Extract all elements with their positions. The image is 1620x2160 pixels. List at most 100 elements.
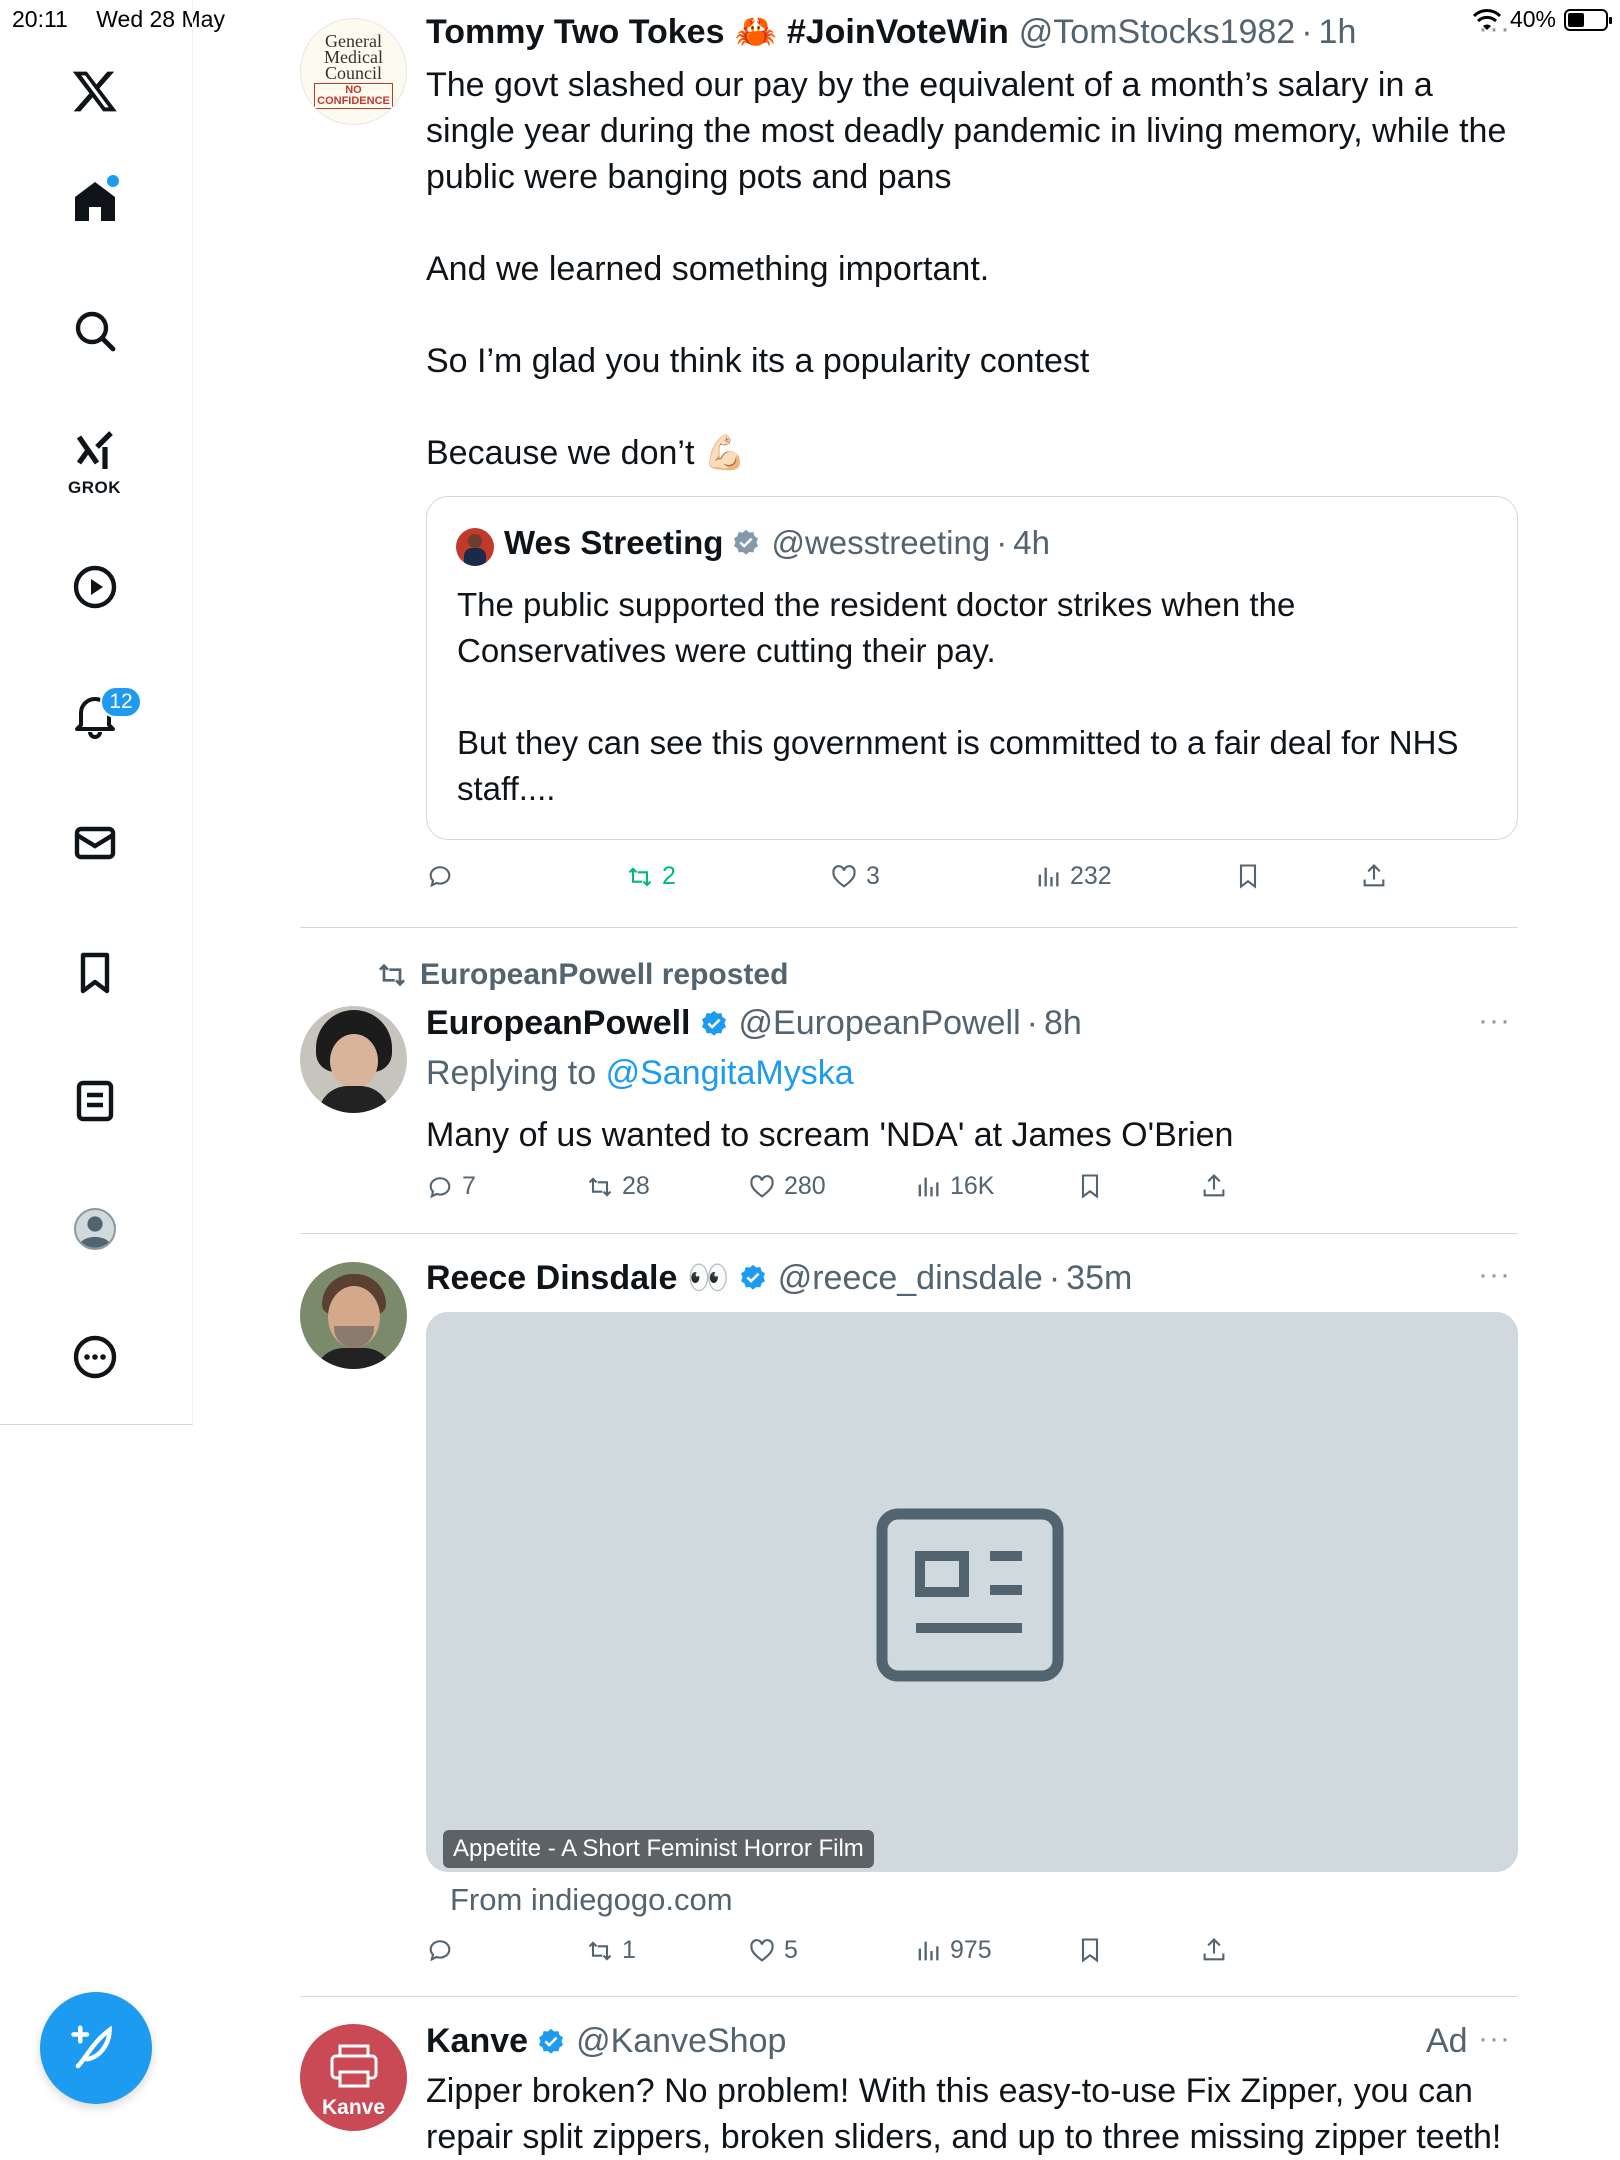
card-caption: Appetite - A Short Feminist Horror Film [443,1830,874,1868]
views-count: 975 [950,1936,992,1964]
lists-icon[interactable] [66,1072,124,1130]
x-logo-icon[interactable] [66,62,124,120]
avatar-reece[interactable] [300,1262,407,1369]
battery-percent: 40% [1509,6,1556,32]
tweet-header: EuropeanPowell @EuropeanPowell · 8h [426,1004,1082,1043]
views-button[interactable]: 232 [1034,862,1112,891]
separator-dot: · [996,524,1008,561]
author-handle[interactable]: @KanveShop [576,2022,786,2061]
share-icon [1203,1938,1225,1961]
author-name[interactable]: EuropeanPowell [426,1004,691,1043]
more-icon[interactable] [66,1328,124,1386]
repost-button[interactable]: 28 [586,1172,650,1201]
views-count: 232 [1070,862,1112,890]
share-icon [1203,1174,1225,1197]
tweet-text: The govt slashed our pay by the equivale… [426,62,1518,476]
reply-icon [429,1176,451,1198]
avatar-europeanpowell[interactable] [300,1006,407,1113]
battery-icon [1564,8,1612,31]
article-placeholder-icon [876,1508,1064,1682]
verified-grey-icon [734,529,759,555]
eyes-emoji: 👀 [687,1259,730,1297]
quote-paragraph: But they can see this government is comm… [457,724,1459,807]
bookmark-icon [1081,1174,1099,1199]
messages-icon[interactable] [66,814,124,872]
reply-icon [429,1940,451,1962]
card-source[interactable]: From indiegogo.com [450,1882,733,1918]
like-button[interactable]: 3 [830,862,880,891]
repost-icon [379,963,405,987]
tweet-time: 1h [1318,12,1357,51]
link-card-media[interactable] [426,1312,1518,1872]
verified-icon [701,1010,726,1036]
separator-dot: · [1026,1004,1038,1042]
share-button[interactable] [1200,1172,1228,1200]
video-icon[interactable] [66,558,124,616]
separator-dot: · [1301,12,1313,51]
avatar-brand-text: Kanve [321,2096,386,2119]
bookmark-button[interactable] [1234,862,1262,890]
bookmark-button[interactable] [1076,1172,1104,1200]
avatar-tommy[interactable]: General Medical Council NO CONFIDENCE [300,18,407,125]
more-options-icon[interactable]: ··· [1478,12,1511,46]
views-button[interactable]: 975 [914,1936,992,1965]
tweet-text: Many of us wanted to scream 'NDA' at Jam… [426,1116,1234,1154]
search-icon[interactable] [66,302,124,360]
grok-icon[interactable] [66,422,124,480]
avatar-wes [456,528,494,566]
reply-button[interactable] [426,862,462,890]
notifications-badge: 12 [100,686,142,718]
compose-button[interactable] [40,1992,152,2104]
repost-icon [588,1940,612,1961]
more-options-icon[interactable]: ··· [1478,1004,1511,1038]
quote-paragraph: The public supported the resident doctor… [457,586,1296,669]
bookmarks-icon[interactable] [66,944,124,1002]
repost-button[interactable]: 2 [626,862,676,891]
home-unread-dot [107,175,119,187]
views-icon [1038,867,1059,886]
profile-icon[interactable] [66,1200,124,1258]
author-handle[interactable]: @TomStocks1982 [1019,13,1295,52]
reply-button[interactable]: 7 [426,1172,476,1201]
replying-prefix: Replying to [426,1054,597,1092]
author-name[interactable]: Tommy Two Tokes [426,13,724,52]
author-name[interactable]: Kanve [426,2022,528,2061]
ad-label: Ad [1426,2022,1468,2060]
repost-indicator: EuropeanPowell reposted [376,958,788,992]
reply-button[interactable] [426,1936,462,1964]
more-options-icon[interactable]: ··· [1478,1258,1511,1292]
tweet-divider [300,1996,1518,1997]
views-icon [918,1177,939,1196]
share-icon [1363,864,1385,887]
like-button[interactable]: 280 [748,1172,826,1201]
verified-icon [539,2028,564,2054]
author-hashtag: #JoinVoteWin [786,12,1009,51]
tweet-header: Kanve @KanveShop [426,2022,786,2061]
grok-label: GROK [68,478,121,497]
tweet-paragraph: Because we don’t 💪🏻 [426,434,747,472]
author-name[interactable]: Reece Dinsdale [426,1259,677,1298]
repost-icon [628,866,652,887]
tweet-divider [300,1233,1518,1234]
avatar-text: Council [325,63,382,83]
views-button[interactable]: 16K [914,1172,994,1201]
repost-button[interactable]: 1 [586,1936,636,1965]
replying-to-link[interactable]: @SangitaMyska [606,1054,854,1092]
tweet-actions: 2 3 232 [426,862,1518,902]
avatar-kanve[interactable]: Kanve [300,2024,407,2131]
more-options-icon[interactable]: ··· [1478,2022,1511,2056]
repost-count: 2 [662,862,676,890]
tweet-time: 8h [1043,1004,1082,1042]
share-button[interactable] [1360,862,1388,890]
reply-icon [429,866,451,888]
bookmark-button[interactable] [1076,1936,1104,1964]
share-button[interactable] [1200,1936,1228,1964]
reply-count: 7 [462,1172,476,1200]
bookmark-icon [1239,864,1257,889]
bookmark-icon [1081,1938,1099,1963]
reposted-by-label[interactable]: EuropeanPowell reposted [420,958,788,992]
like-button[interactable]: 5 [748,1936,798,1965]
author-handle[interactable]: @EuropeanPowell [739,1004,1021,1043]
tweet-header: Reece Dinsdale 👀 @reece_dinsdale · 35m [426,1258,1132,1298]
author-handle[interactable]: @reece_dinsdale [778,1259,1043,1298]
